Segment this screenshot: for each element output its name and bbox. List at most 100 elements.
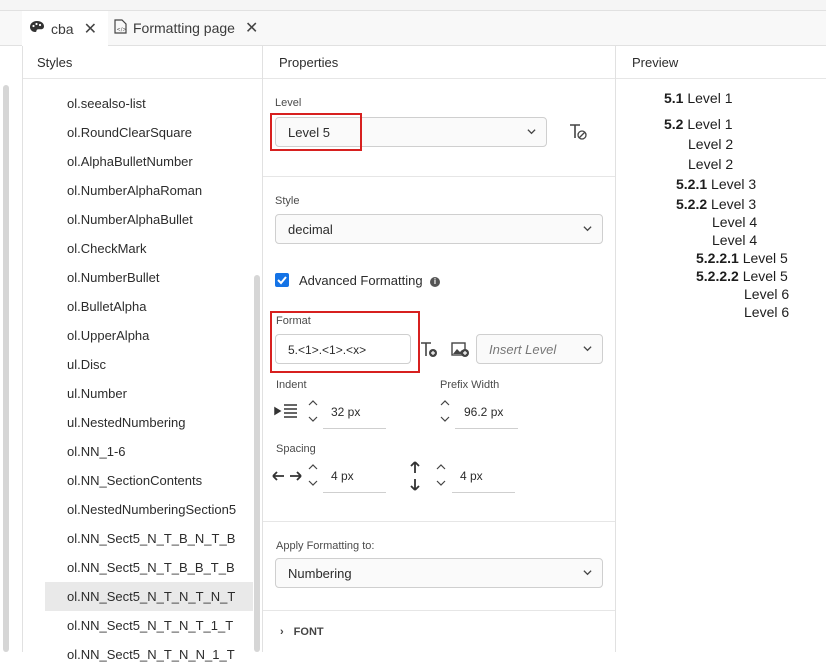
- close-icon[interactable]: ✕: [245, 18, 258, 38]
- preview-number: 5.2.2.2: [696, 268, 743, 284]
- style-list-item[interactable]: ul.NestedNumbering: [45, 408, 253, 437]
- left-scrollbar[interactable]: [3, 85, 9, 652]
- clear-format-icon[interactable]: [568, 123, 588, 144]
- spacing-label: Spacing: [276, 443, 316, 455]
- preview-line: Level 4: [712, 232, 757, 248]
- insert-image-icon[interactable]: [451, 341, 470, 361]
- preview-line: Level 4: [712, 214, 757, 230]
- preview-line: Level 6: [744, 286, 789, 302]
- tab-cba[interactable]: cba ✕: [22, 11, 108, 46]
- preview-text: Level 2: [688, 136, 734, 152]
- vertical-spacing-icon: [408, 461, 422, 494]
- preview-line: Level 6: [744, 304, 789, 320]
- divider: [22, 46, 23, 652]
- insert-text-icon[interactable]: [420, 341, 438, 361]
- style-list-item[interactable]: ol.NN_Sect5_N_T_N_T_N_T: [45, 582, 253, 611]
- close-icon[interactable]: ✕: [84, 19, 97, 39]
- style-list-item[interactable]: ul.Disc: [45, 350, 253, 379]
- preview-number: 5.2.2.1: [696, 250, 743, 266]
- separator: [263, 176, 615, 177]
- svg-text:</>: </>: [117, 27, 127, 33]
- style-list-item[interactable]: ol.NN_SectionContents: [45, 466, 253, 495]
- font-section-toggle[interactable]: › FONT: [280, 626, 324, 638]
- style-list-item[interactable]: ul.Number: [45, 379, 253, 408]
- style-list-item[interactable]: ol.RoundClearSquare: [45, 118, 253, 147]
- indent-label: Indent: [276, 379, 307, 391]
- prefix-width-label: Prefix Width: [440, 379, 500, 391]
- underline: [323, 492, 386, 493]
- html-file-icon: </>: [114, 19, 127, 37]
- preview-text: Level 4: [712, 232, 758, 248]
- preview-line: 5.2.2.2 Level 5: [696, 268, 788, 284]
- preview-number: 5.2: [664, 116, 688, 132]
- style-label: Style: [275, 195, 300, 207]
- tab-label: cba: [51, 20, 74, 37]
- styles-scrollbar[interactable]: [254, 275, 260, 652]
- level-label: Level: [275, 97, 302, 109]
- style-list-item[interactable]: ol.CheckMark: [45, 234, 253, 263]
- preview-panel-title: Preview: [616, 46, 826, 79]
- stepper-arrows-icon[interactable]: [436, 462, 446, 491]
- horizontal-spacing-icon: [272, 469, 302, 486]
- preview-text: Level 1: [687, 116, 733, 132]
- preview-line: 5.2 Level 1: [664, 116, 733, 132]
- spacing-vertical-value[interactable]: 4 px: [460, 469, 483, 483]
- style-list-item[interactable]: ol.NumberBullet: [45, 263, 253, 292]
- apply-formatting-label: Apply Formatting to:: [276, 540, 375, 552]
- style-list-item[interactable]: ol.NN_Sect5_N_T_N_T_1_T: [45, 611, 253, 640]
- style-value: decimal: [288, 222, 333, 237]
- preview-text: Level 2: [688, 156, 734, 172]
- style-list-item[interactable]: ol.NumberAlphaRoman: [45, 176, 253, 205]
- style-list-item[interactable]: ol.seealso-list: [45, 89, 253, 118]
- chevron-down-icon: [583, 346, 592, 352]
- info-icon[interactable]: i: [430, 277, 440, 287]
- insert-level-select[interactable]: Insert Level: [476, 334, 603, 364]
- prefix-width-value[interactable]: 96.2 px: [464, 405, 503, 419]
- preview-number: 5.2.1: [676, 176, 712, 192]
- stepper-arrows-icon[interactable]: [308, 398, 318, 427]
- preview-line: 5.2.1 Level 3: [676, 176, 756, 192]
- window-top-strip: [0, 0, 826, 11]
- tab-formatting-page[interactable]: </> Formatting page ✕: [114, 11, 258, 45]
- style-list-item[interactable]: ol.AlphaBulletNumber: [45, 147, 253, 176]
- spacing-horizontal-value[interactable]: 4 px: [331, 469, 354, 483]
- preview-number: 5.1: [664, 90, 688, 106]
- style-list-item[interactable]: ol.NestedNumberingSection5: [45, 495, 253, 524]
- style-list-item[interactable]: ol.UpperAlpha: [45, 321, 253, 350]
- tab-bar: cba ✕ </> Formatting page ✕: [0, 11, 826, 46]
- preview-line: Level 2: [688, 136, 733, 152]
- underline: [455, 428, 518, 429]
- preview-text: Level 3: [711, 176, 757, 192]
- stepper-arrows-icon[interactable]: [440, 398, 450, 427]
- advanced-formatting-checkbox[interactable]: [275, 273, 289, 287]
- style-list-item[interactable]: ol.NN_Sect5_N_T_B_N_T_B: [45, 524, 253, 553]
- style-list-item[interactable]: ol.NN_1-6: [45, 437, 253, 466]
- chevron-down-icon: [583, 570, 592, 576]
- style-select[interactable]: decimal: [275, 214, 603, 244]
- style-list-item[interactable]: ol.NN_Sect5_N_T_B_B_T_B: [45, 553, 253, 582]
- apply-formatting-select[interactable]: Numbering: [275, 558, 603, 588]
- separator: [263, 610, 615, 611]
- insert-level-placeholder: Insert Level: [489, 342, 557, 357]
- indent-value[interactable]: 32 px: [331, 405, 360, 419]
- preview-number: 5.2.2: [676, 196, 712, 212]
- chevron-down-icon: [583, 226, 592, 232]
- underline: [323, 428, 386, 429]
- preview-line: 5.1 Level 1: [664, 90, 733, 106]
- styles-list: ol.seealso-list ol.RoundClearSquare ol.Alp…: [45, 89, 253, 669]
- style-list-item[interactable]: ol.NumberAlphaBullet: [45, 205, 253, 234]
- underline: [452, 492, 515, 493]
- highlight-box: [270, 113, 362, 151]
- font-section-label: FONT: [293, 626, 324, 638]
- preview-text: Level 1: [687, 90, 733, 106]
- style-list-item[interactable]: ol.NN_Sect5_N_T_N_N_1_T: [45, 640, 253, 669]
- stepper-arrows-icon[interactable]: [308, 462, 318, 491]
- advanced-formatting-label: Advanced Formatting: [299, 273, 423, 288]
- preview-text: Level 6: [744, 304, 790, 320]
- style-list-item[interactable]: ol.BulletAlpha: [45, 292, 253, 321]
- tab-label: Formatting page: [133, 20, 235, 36]
- preview-line: 5.2.2 Level 3: [676, 196, 756, 212]
- apply-formatting-value: Numbering: [288, 566, 352, 581]
- styles-panel-title: Styles: [22, 46, 262, 79]
- divider: [615, 46, 616, 652]
